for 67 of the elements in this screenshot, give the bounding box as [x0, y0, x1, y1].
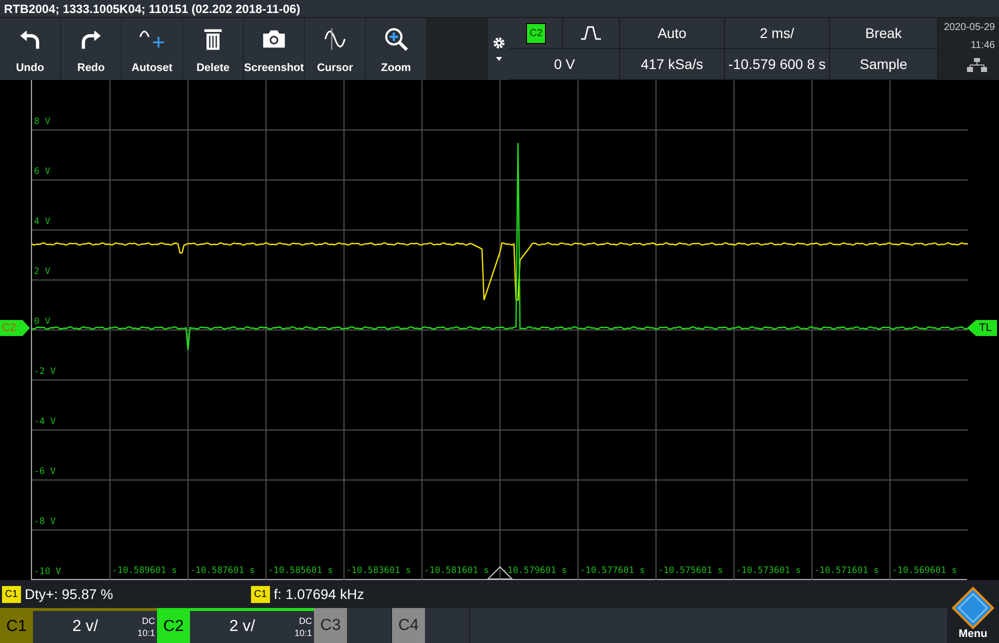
- toolbar-button[interactable]: Undo: [0, 18, 60, 80]
- trigger-level-marker[interactable]: TL: [967, 320, 997, 336]
- time-text: 11:46: [970, 40, 995, 51]
- y-axis-label: 6 V: [34, 166, 50, 179]
- trigger-source-badge: C2: [526, 22, 546, 44]
- channel-tab[interactable]: C3: [314, 608, 391, 643]
- coupling-text: DC: [299, 615, 312, 627]
- channel-label: C4: [392, 608, 425, 643]
- y-axis-label: 8 V: [34, 116, 50, 129]
- channel-label: C3: [314, 608, 347, 643]
- vertical-scale: 2 v/: [71, 617, 100, 637]
- pulse-edge-icon: [580, 26, 602, 40]
- probe-ratio-text: 10:1: [294, 627, 312, 639]
- horizontal-position[interactable]: -10.579 600 8 s: [725, 49, 830, 80]
- x-axis-label: -10.579601 s: [502, 565, 568, 578]
- x-axis-label: -10.585601 s: [268, 565, 334, 578]
- y-axis-label: -10 V: [34, 566, 62, 579]
- y-axis-label: -6 V: [34, 466, 56, 479]
- vertical-scale: 2 v/: [228, 617, 256, 637]
- toolbar-button[interactable]: Autoset: [122, 18, 182, 80]
- x-axis-label: -10.573601 s: [736, 565, 802, 578]
- network-icon: [967, 58, 987, 72]
- y-axis-label: 0 V: [34, 316, 50, 329]
- x-axis-label: -10.571601 s: [814, 565, 880, 578]
- x-axis-label: -10.589601 s: [112, 565, 178, 578]
- acquisition-mode[interactable]: Sample: [830, 49, 938, 80]
- measurement-reading: f: 1.07694 kHz: [274, 584, 364, 604]
- probe-ratio-text: 10:1: [137, 627, 155, 639]
- toolbar-button[interactable]: Screenshot: [244, 18, 304, 80]
- y-axis-label: 2 V: [34, 266, 50, 279]
- channel-label: C2: [157, 611, 190, 643]
- toolbar-button[interactable]: Cursor: [305, 18, 365, 80]
- x-axis-label: -10.581601 s: [424, 565, 490, 578]
- settings-icon[interactable]: [493, 37, 505, 49]
- y-axis-label: 4 V: [34, 216, 50, 229]
- toolbar-button[interactable]: Zoom: [366, 18, 426, 80]
- logo-icon: [951, 586, 995, 630]
- x-axis-label: -10.583601 s: [346, 565, 412, 578]
- cursor-wave-icon: [322, 26, 348, 52]
- measurement-source-badge: C1: [2, 586, 21, 602]
- timebase[interactable]: 2 ms/: [725, 18, 830, 49]
- channel-label: C1: [0, 611, 33, 643]
- x-axis-label: -10.577601 s: [580, 565, 646, 578]
- trigger-slope-cell[interactable]: [563, 18, 620, 49]
- channel-tab[interactable]: C2 2 v/ DC 10:1: [157, 608, 314, 643]
- x-axis-label: -10.575601 s: [658, 565, 724, 578]
- zoom-icon: [383, 26, 409, 52]
- toolbar-button[interactable]: Redo: [61, 18, 121, 80]
- window-title: RTB2004; 1333.1005K04; 110151 (02.202 2018-11-06): [4, 0, 300, 18]
- y-axis-label: -2 V: [34, 366, 56, 379]
- y-axis-label: -8 V: [34, 516, 56, 529]
- toolbar-button[interactable]: Delete: [183, 18, 243, 80]
- x-axis-label: -10.569601 s: [892, 565, 958, 578]
- run-state[interactable]: Break: [830, 18, 938, 49]
- sample-rate[interactable]: 417 kSa/s: [620, 49, 725, 80]
- measurement-source-badge: C1: [251, 586, 270, 602]
- x-axis-label: -10.587601 s: [190, 565, 256, 578]
- coupling-text: DC: [142, 615, 155, 627]
- channel-tab[interactable]: C4: [392, 608, 469, 643]
- y-axis-label: -4 V: [34, 416, 56, 429]
- trigger-mode[interactable]: Auto: [620, 18, 725, 49]
- date-text: 2020-05-29: [944, 22, 995, 33]
- measurement-reading: Dty+: 95.87 %: [24, 584, 114, 604]
- trigger-level[interactable]: 0 V: [510, 49, 620, 80]
- caret-icon[interactable]: [496, 57, 502, 61]
- channel-tab[interactable]: C1 2 v/ DC 10:1: [0, 608, 157, 643]
- trigger-source-cell[interactable]: C2: [510, 18, 563, 49]
